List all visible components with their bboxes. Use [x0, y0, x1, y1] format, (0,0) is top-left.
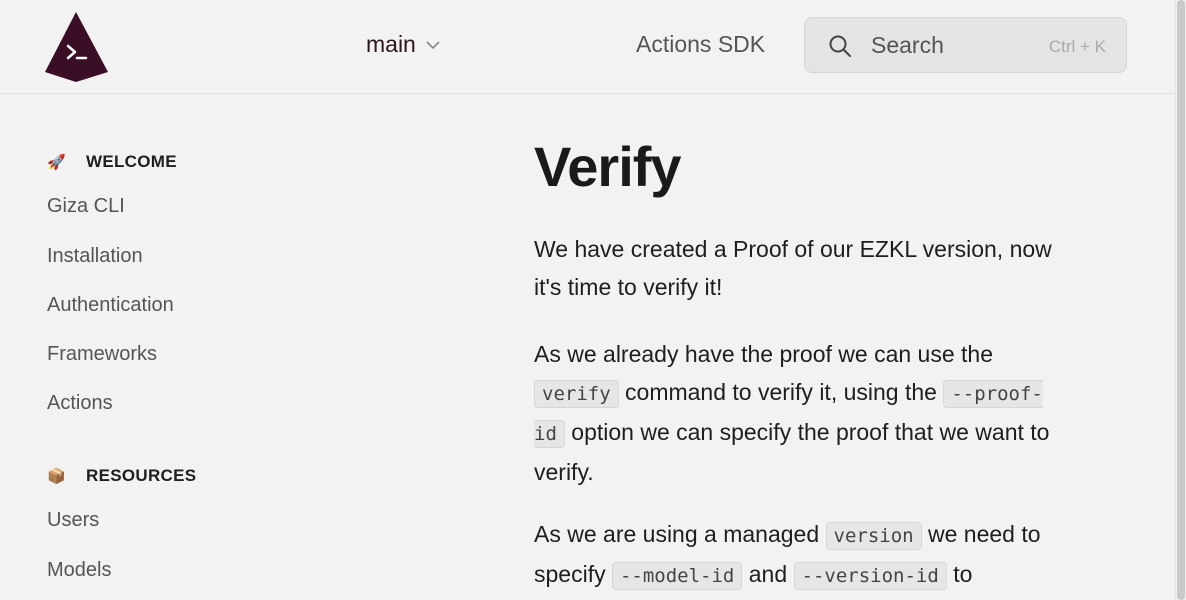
search-shortcut: Ctrl + K	[1048, 37, 1106, 56]
top-bar: main Actions SDK Search Ctrl + K	[0, 0, 1176, 94]
sidebar-item-frameworks[interactable]: Frameworks	[47, 343, 157, 366]
text-span: option we can specify the proof that we …	[534, 419, 1050, 485]
sidebar-item-actions[interactable]: Actions	[47, 392, 113, 415]
text-span: to	[946, 561, 973, 587]
search-placeholder: Search	[871, 32, 944, 58]
sidebar-item-models[interactable]: Models	[47, 559, 111, 582]
branch-label: main	[366, 31, 416, 57]
chevron-down-icon	[426, 41, 440, 50]
text-span: and	[742, 561, 794, 587]
version-paragraph: As we are using a managed version we nee…	[534, 515, 1054, 595]
intro-paragraph: We have created a Proof of our EZKL vers…	[534, 236, 1052, 300]
search-box[interactable]: Search Ctrl + K	[804, 17, 1127, 73]
sidebar-item-giza-cli[interactable]: Giza CLI	[47, 195, 125, 218]
giza-logo[interactable]	[45, 12, 108, 82]
search-icon	[829, 35, 851, 57]
code-version-id: --version-id	[793, 562, 947, 590]
code-verify: verify	[534, 380, 619, 408]
code-model-id: --model-id	[611, 562, 743, 590]
text-span: As we already have the proof we can use …	[534, 341, 994, 367]
sidebar-item-users[interactable]: Users	[47, 509, 99, 532]
sidebar-item-authentication[interactable]: Authentication	[47, 294, 174, 317]
text-span: command to verify it, using the	[618, 379, 944, 405]
scrollbar-thumb[interactable]	[1177, 0, 1185, 600]
page-title: Verify	[534, 135, 682, 198]
sidebar-item-installation[interactable]: Installation	[47, 245, 143, 268]
branch-selector[interactable]: main	[366, 31, 440, 58]
verify-paragraph: As we already have the proof we can use …	[534, 335, 1054, 491]
section-title: RESOURCES	[86, 466, 197, 485]
actions-sdk-link[interactable]: Actions SDK	[636, 31, 765, 58]
text-span: As we are using a managed	[534, 521, 826, 547]
section-title: WELCOME	[86, 152, 177, 171]
code-version: version	[825, 522, 922, 550]
sidebar-section-welcome: 🚀 WELCOME	[47, 152, 177, 172]
sidebar-section-resources: 📦 RESOURCES	[47, 466, 196, 486]
rocket-icon: 🚀	[47, 154, 66, 171]
package-icon: 📦	[47, 468, 66, 485]
page-scrollbar[interactable]	[1175, 0, 1186, 600]
